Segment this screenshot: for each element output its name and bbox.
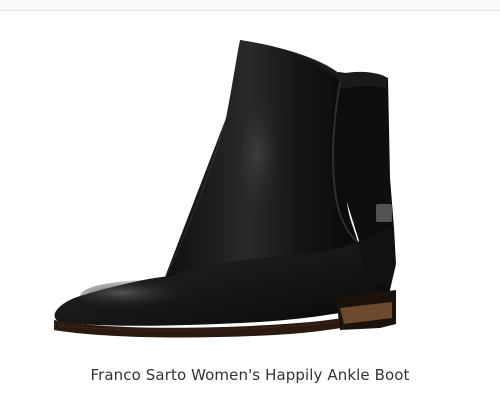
- ankle-boot-image: [53, 40, 397, 338]
- product-image[interactable]: [40, 28, 420, 348]
- product-title-link[interactable]: Franco Sarto Women's Happily Ankle Boot: [0, 366, 500, 384]
- top-divider: [0, 0, 500, 11]
- product-card[interactable]: Franco Sarto Women's Happily Ankle Boot: [0, 0, 500, 411]
